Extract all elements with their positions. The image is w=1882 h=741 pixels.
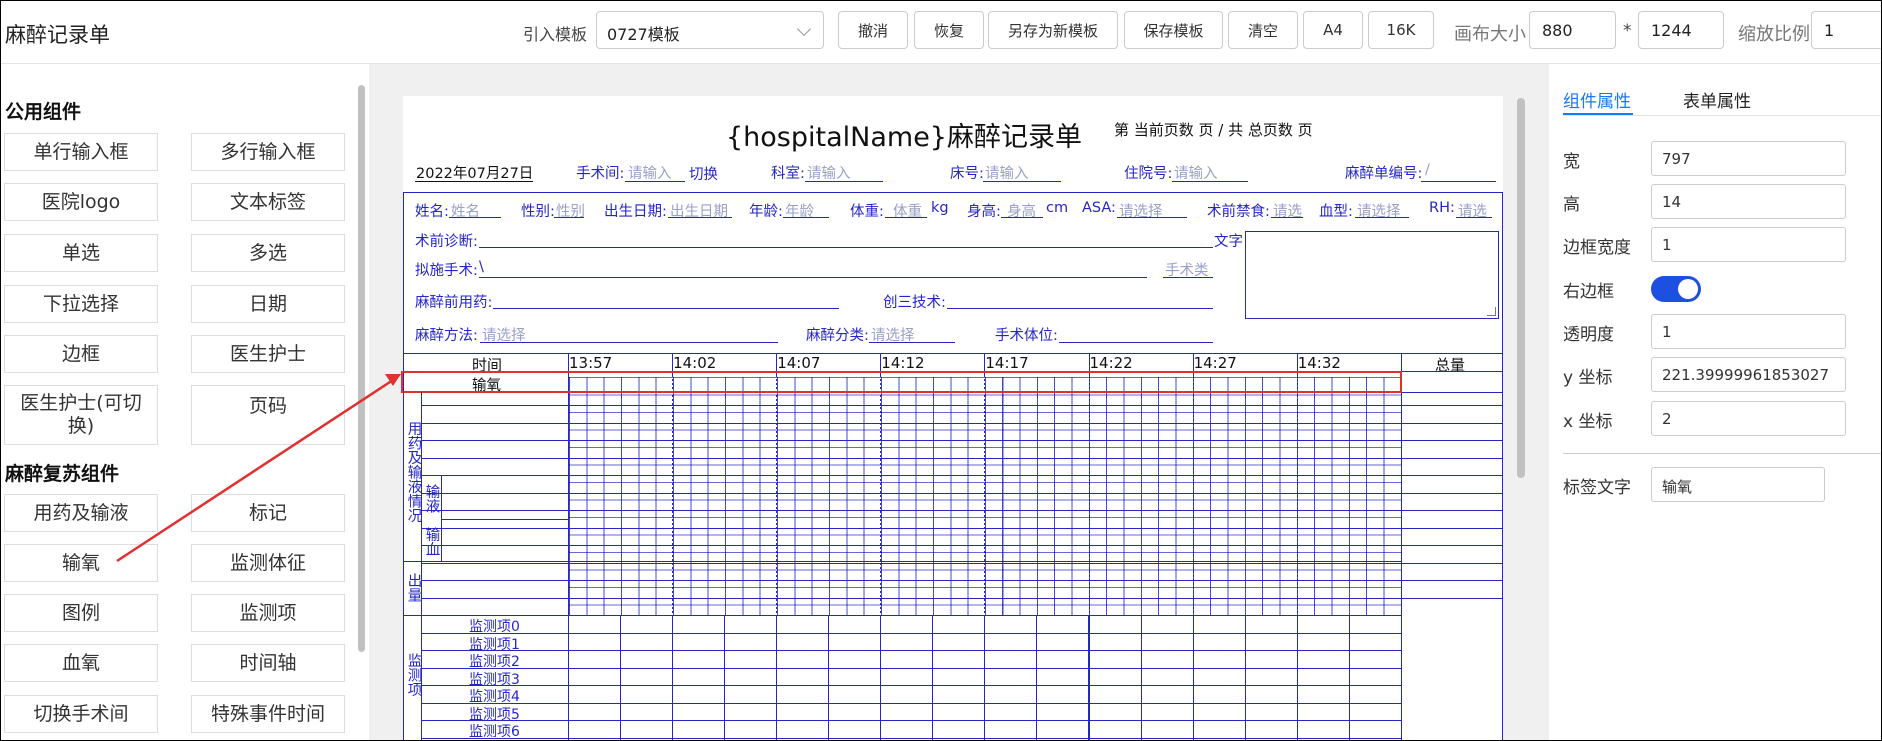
app-window: 麻醉记录单 引入模板 0727模板 撤消 恢复 另存为新模板 保存模板 清空 A… bbox=[0, 0, 1882, 741]
annotation-arrow-icon bbox=[116, 374, 401, 563]
